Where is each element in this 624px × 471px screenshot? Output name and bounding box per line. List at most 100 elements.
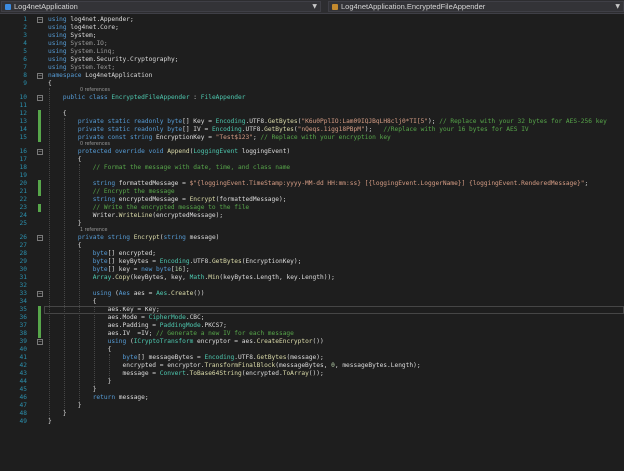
indent-guide <box>78 250 80 402</box>
code-token: [] encrypted; <box>107 250 157 257</box>
line-number: 6 <box>23 56 27 63</box>
type-dropdown[interactable]: Log4netApplication.EncryptedFileAppender… <box>328 1 624 12</box>
code-line[interactable]: 3 using System; <box>0 32 624 40</box>
fold-minus-icon[interactable]: − <box>37 291 43 297</box>
code-token: Log4netApplication <box>81 72 153 79</box>
code-line[interactable]: 8 namespace Log4netApplication <box>0 72 624 80</box>
code-line[interactable]: 6 using System.Security.Cryptography; <box>0 56 624 64</box>
code-line[interactable]: 16 protected override void Append(Loggin… <box>0 148 624 156</box>
code-line[interactable]: 11 <box>0 102 624 110</box>
code-line[interactable]: 48 } <box>0 410 624 418</box>
code-line[interactable]: 5 using System.Linq; <box>0 48 624 56</box>
code-line[interactable]: 32 <box>0 282 624 290</box>
code-token: LoggingEvent <box>193 148 239 155</box>
code-text: } <box>48 386 97 394</box>
code-token: ()) <box>193 290 205 297</box>
code-line[interactable]: 4 using System.IO; <box>0 40 624 48</box>
code-token: PaddingMode <box>159 322 201 329</box>
code-token: Encoding <box>215 118 246 125</box>
code-line[interactable]: 30 byte[] key = new byte[16]; <box>0 266 624 274</box>
code-token: .UTF8. <box>234 354 257 361</box>
code-line[interactable]: 47 } <box>0 402 624 410</box>
code-line[interactable]: 12 { <box>0 110 624 118</box>
code-line[interactable]: 28 byte[] encrypted; <box>0 250 624 258</box>
code-token: FileAppender <box>200 94 246 101</box>
code-token: message) <box>185 234 220 241</box>
code-line[interactable]: 45 } <box>0 386 624 394</box>
line-number: 43 <box>19 370 27 377</box>
code-line[interactable]: 13 private static readonly byte[] Key = … <box>0 118 624 126</box>
code-line[interactable]: 14 private static readonly byte[] IV = E… <box>0 126 624 134</box>
code-token: { <box>48 110 67 117</box>
code-token: .UTF8. <box>189 258 212 265</box>
code-token: [] IV = <box>182 126 212 133</box>
fold-minus-icon[interactable]: − <box>37 73 43 79</box>
code-token: using <box>48 40 67 47</box>
code-line[interactable]: 49} <box>0 418 624 426</box>
code-line[interactable]: 17 { <box>0 156 624 164</box>
code-line[interactable]: 15 private const string EncryptionKey = … <box>0 134 624 142</box>
code-text: private static readonly byte[] Key = Enc… <box>48 118 607 126</box>
code-token: GetBytes <box>267 118 298 125</box>
code-line[interactable]: 31 Array.Copy(keyBytes, key, Math.Min(ke… <box>0 274 624 282</box>
code-line[interactable]: 23 // Write the encrypted message to the… <box>0 204 624 212</box>
code-token: (encryptedMessage); <box>152 212 224 219</box>
code-token: private string <box>77 234 130 241</box>
fold-minus-icon[interactable]: − <box>37 17 43 23</box>
code-line[interactable]: 10 public class EncryptedFileAppender : … <box>0 94 624 102</box>
code-line[interactable]: 20 string formattedMessage = $"{loggingE… <box>0 180 624 188</box>
code-token: CipherMode <box>148 314 186 321</box>
code-token: using <box>48 32 67 39</box>
code-token: encryptedMessage = <box>115 196 190 203</box>
code-line[interactable]: 29 byte[] keyBytes = Encoding.UTF8.GetBy… <box>0 258 624 266</box>
code-token: loggingEvent) <box>238 148 291 155</box>
code-token: .UTF8. <box>245 118 268 125</box>
code-text: byte[] messageBytes = Encoding.UTF8.GetB… <box>48 354 324 362</box>
code-line[interactable]: 18 // Format the message with date, time… <box>0 164 624 172</box>
code-line[interactable]: 2 using log4net.Core; <box>0 24 624 32</box>
code-line[interactable]: 19 <box>0 172 624 180</box>
line-number: 21 <box>19 188 27 195</box>
code-token: byte <box>122 354 138 361</box>
code-line[interactable]: 7 using System.Text; <box>0 64 624 72</box>
code-line[interactable]: 33 using (Aes aes = Aes.Create()) <box>0 290 624 298</box>
code-token: (encrypted. <box>241 370 283 377</box>
code-line[interactable]: 25 } <box>0 220 624 228</box>
code-editor[interactable]: 1 using log4net.Appender; 2 using log4net.C… <box>0 14 624 471</box>
fold-minus-icon[interactable]: − <box>37 339 43 345</box>
code-token: // Replace with your 32 bytes for AES-25… <box>439 118 607 125</box>
change-marker <box>38 306 41 338</box>
code-line[interactable]: 26 private string Encrypt(string message… <box>0 234 624 242</box>
code-line[interactable]: 24 Writer.WriteLine(encryptedMessage); <box>0 212 624 220</box>
code-line[interactable]: 22 string encryptedMessage = Encrypt(for… <box>0 196 624 204</box>
code-line[interactable]: 21 // Encrypt the message <box>0 188 624 196</box>
code-line[interactable]: 34 { <box>0 298 624 306</box>
code-token: Convert <box>159 370 186 377</box>
code-line[interactable]: 1 using log4net.Appender; <box>0 16 624 24</box>
fold-minus-icon[interactable]: − <box>37 149 43 155</box>
code-token: protected override void <box>77 148 164 155</box>
code-token: encryptor = aes. <box>193 338 257 345</box>
code-line[interactable]: 9{ <box>0 80 624 88</box>
code-line[interactable]: 27 { <box>0 242 624 250</box>
line-number: 33 <box>19 290 27 297</box>
chevron-down-icon[interactable]: ▼ <box>612 3 623 10</box>
project-dropdown[interactable]: Log4netApplication ▼ <box>1 1 321 12</box>
code-token: using <box>48 56 67 63</box>
code-token: ; <box>584 180 589 187</box>
code-token: //Replace with your 16 bytes for AES IV <box>383 126 529 133</box>
code-token: ( <box>111 290 119 297</box>
code-token: using <box>92 290 112 297</box>
code-token: Aes <box>118 290 130 297</box>
chevron-down-icon[interactable]: ▼ <box>309 3 320 10</box>
code-line[interactable]: 46 return message; <box>0 394 624 402</box>
line-number: 25 <box>19 220 27 227</box>
line-number: 2 <box>23 24 27 31</box>
fold-minus-icon[interactable]: − <box>37 235 43 241</box>
fold-minus-icon[interactable]: − <box>37 95 43 101</box>
